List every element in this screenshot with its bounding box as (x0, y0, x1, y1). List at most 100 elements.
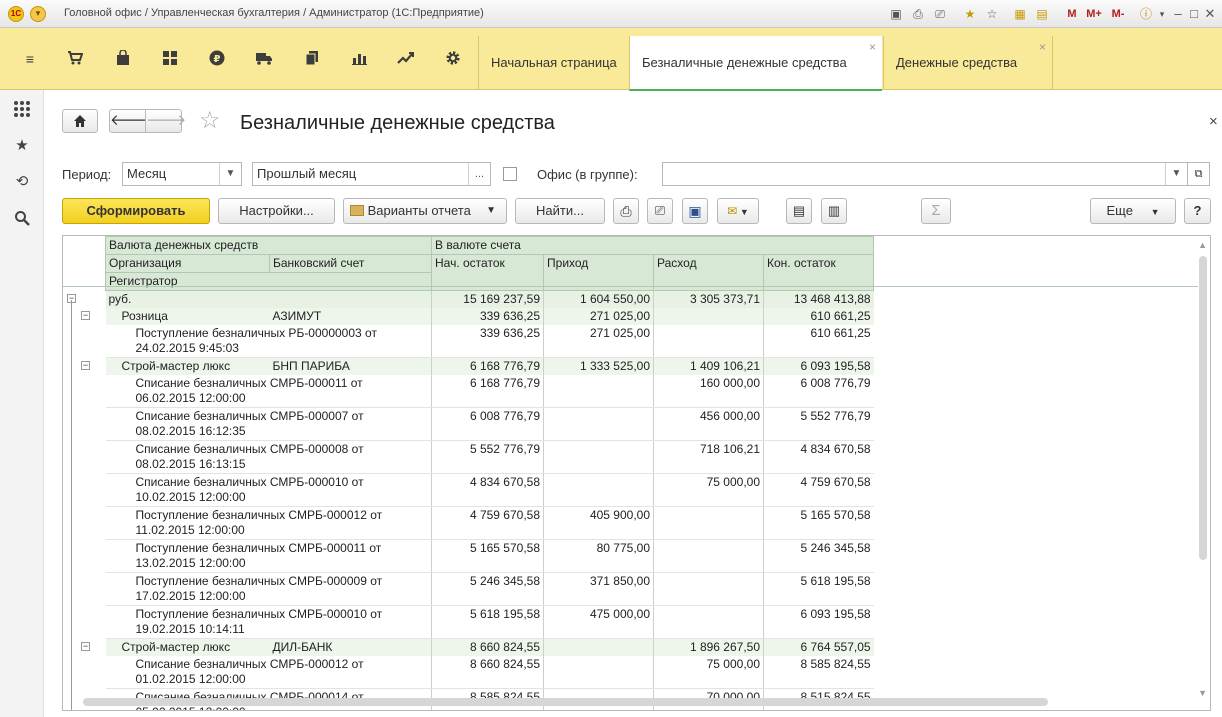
dropdown-icon[interactable]: ▼ (1165, 163, 1187, 185)
vertical-scrollbar[interactable] (1199, 256, 1207, 560)
close-window-button[interactable]: ✕ (1202, 6, 1218, 22)
back-button[interactable]: 🡐 (109, 109, 150, 133)
menu-icon[interactable]: ≡ (21, 50, 39, 68)
docs-icon[interactable] (303, 50, 321, 68)
start-balance-cell: 4 834 670,58 (431, 473, 544, 507)
favorite-icon[interactable]: ☆ (984, 6, 1000, 22)
tab-close-icon[interactable]: × (1039, 40, 1046, 54)
period-value-field[interactable]: Прошлый месяц ... (252, 162, 491, 186)
barchart-icon[interactable] (350, 50, 368, 68)
scroll-up-icon[interactable]: ▲ (1198, 240, 1207, 250)
favorite-star-icon[interactable]: ☆ (199, 109, 221, 133)
table-row-document[interactable]: Поступление безналичных РБ-00000003 от 24… (105, 325, 874, 358)
table-row-document[interactable]: Списание безналичных СМРБ-000010 от 10.02… (105, 473, 874, 507)
registrar-cell: Списание безналичных СМРБ-000007 от 08.02… (105, 407, 432, 441)
report-area[interactable]: Валюта денежных средств В валюте счета О… (62, 235, 1211, 711)
income-cell: 405 900,00 (543, 506, 654, 540)
close-form-icon[interactable]: × (1209, 113, 1218, 130)
more-button[interactable]: Еще ▼ (1090, 198, 1176, 224)
table-row-account[interactable]: Строй-мастер люкс БНП ПАРИБА 6 168 776,79 1… (105, 357, 874, 375)
calendar-icon[interactable]: ▤ (1034, 6, 1050, 22)
memory-minus-button[interactable]: M- (1108, 6, 1128, 22)
favorites-icon[interactable]: ★ (13, 137, 31, 155)
end-balance-cell: 4 834 670,58 (763, 440, 874, 474)
calculator-icon[interactable]: ▦ (1012, 6, 1028, 22)
memory-plus-button[interactable]: M+ (1084, 6, 1104, 22)
office-checkbox[interactable] (503, 167, 517, 181)
table-row-document[interactable]: Списание безналичных СМРБ-000012 от 01.02… (105, 656, 874, 689)
table-row-account[interactable]: Розница АЗИМУТ 339 636,25 271 025,00 610 661… (105, 308, 874, 325)
tab-close-icon[interactable]: × (869, 40, 876, 54)
truck-icon[interactable] (255, 50, 273, 68)
sum-button[interactable]: Σ (921, 198, 951, 224)
search-icon[interactable] (13, 210, 31, 228)
group-expand-button[interactable]: ▤ (786, 198, 812, 224)
minimize-button[interactable]: – (1170, 6, 1186, 22)
memory-m-button[interactable]: M (1064, 6, 1080, 22)
table-row-document[interactable]: Поступление безналичных СМРБ-000010 от 19… (105, 605, 874, 639)
gear-icon[interactable] (444, 50, 462, 68)
table-row-document[interactable]: Поступление безналичных СМРБ-000009 от 17… (105, 572, 874, 606)
collapse-toggle-icon[interactable]: − (81, 311, 90, 320)
period-type-select[interactable]: Месяц ▼ (122, 162, 242, 186)
maximize-button[interactable]: □ (1186, 6, 1202, 22)
office-select[interactable]: ▼ (662, 162, 1188, 186)
help-button[interactable]: ? (1184, 198, 1211, 224)
info-icon[interactable]: ⓘ (1138, 6, 1154, 22)
period-choose-button[interactable]: ... (468, 163, 490, 185)
start-balance-cell: 8 660 824,55 (431, 638, 544, 656)
print-icon[interactable]: ⎙ (910, 6, 926, 22)
send-email-button[interactable]: ✉ ▼ (717, 198, 759, 224)
app-logo-icon[interactable]: 1С (8, 6, 24, 22)
generate-button[interactable]: Сформировать (62, 198, 210, 224)
collapse-toggle-icon[interactable]: − (81, 641, 90, 651)
history-icon[interactable]: ⟲ (13, 173, 31, 191)
table-row-document[interactable]: Списание безналичных СМРБ-000008 от 08.02… (105, 440, 874, 474)
trend-icon[interactable] (397, 50, 415, 68)
table-row-document[interactable]: Списание безналичных СМРБ-000011 от 06.02… (105, 375, 874, 408)
income-cell (543, 407, 654, 441)
find-button[interactable]: Найти... (515, 198, 605, 224)
bank-account-cell: АЗИМУТ (269, 308, 432, 325)
tab-home[interactable]: Начальная страница (478, 36, 628, 90)
group-collapse-button[interactable]: ▥ (821, 198, 847, 224)
ruble-icon[interactable]: ₽ (208, 50, 226, 68)
office-open-button[interactable]: ⧉ (1187, 162, 1210, 186)
tab-cash-funds[interactable]: Денежные средства × (883, 36, 1053, 90)
start-balance-cell: 6 168 776,79 (431, 375, 544, 408)
expense-cell: 1 896 267,50 (653, 638, 764, 656)
forward-button[interactable]: 🡒 (145, 109, 186, 133)
horizontal-scrollbar[interactable] (83, 698, 1048, 706)
registrar-cell: Списание безналичных СМРБ-000008 от 08.02… (105, 440, 432, 474)
tab-noncash-funds[interactable]: Безналичные денежные средства × (629, 36, 882, 91)
tab-label: Денежные средства (896, 55, 1018, 70)
table-row-document[interactable]: Поступление безналичных СМРБ-000012 от 11… (105, 506, 874, 540)
table-row-document[interactable]: Списание безналичных СМРБ-000007 от 08.02… (105, 407, 874, 441)
apps-grid-icon[interactable] (13, 100, 31, 118)
save-icon[interactable]: ▣ (888, 6, 904, 22)
scroll-down-icon[interactable]: ▼ (1198, 688, 1207, 698)
sections-panel: ≡ ₽ Начальная страница Безналичные денеж… (0, 28, 1222, 91)
table-row-document[interactable]: Поступление безналичных СМРБ-000011 от 13… (105, 539, 874, 573)
home-button[interactable] (62, 109, 98, 133)
bag-icon[interactable] (114, 49, 132, 68)
preview-button[interactable]: ⎚ (647, 198, 673, 224)
report-variants-button[interactable]: Варианты отчета ▼ (343, 198, 507, 224)
app-menu-icon[interactable]: ▾ (30, 6, 46, 22)
registrar-doc: Списание безналичных СМРБ-000008 от (135, 442, 364, 456)
settings-button[interactable]: Настройки... (218, 198, 335, 224)
registrar-doc: Поступление безналичных СМРБ-000009 от (135, 574, 383, 588)
registrar-date: 08.02.2015 16:13:15 (135, 457, 246, 471)
cart-icon[interactable] (66, 50, 84, 68)
table-row-account[interactable]: Строй-мастер люкс ДИЛ-БАНК 8 660 824,55 1 8… (105, 638, 874, 656)
bank-account-cell (269, 290, 432, 308)
dropdown-icon[interactable]: ▼ (219, 163, 241, 185)
collapse-toggle-icon[interactable]: − (81, 360, 90, 370)
preview-icon[interactable]: ⎚ (932, 6, 948, 22)
info-menu-icon[interactable]: ▾ (1154, 6, 1170, 22)
save-button[interactable]: ▣ (682, 198, 708, 224)
favorite-add-icon[interactable]: ★ (962, 6, 978, 22)
grid-icon[interactable] (161, 50, 179, 68)
print-button[interactable]: ⎙ (613, 198, 639, 224)
table-row-currency[interactable]: руб. 15 169 237,59 1 604 550,00 3 305 373,7… (105, 290, 874, 308)
